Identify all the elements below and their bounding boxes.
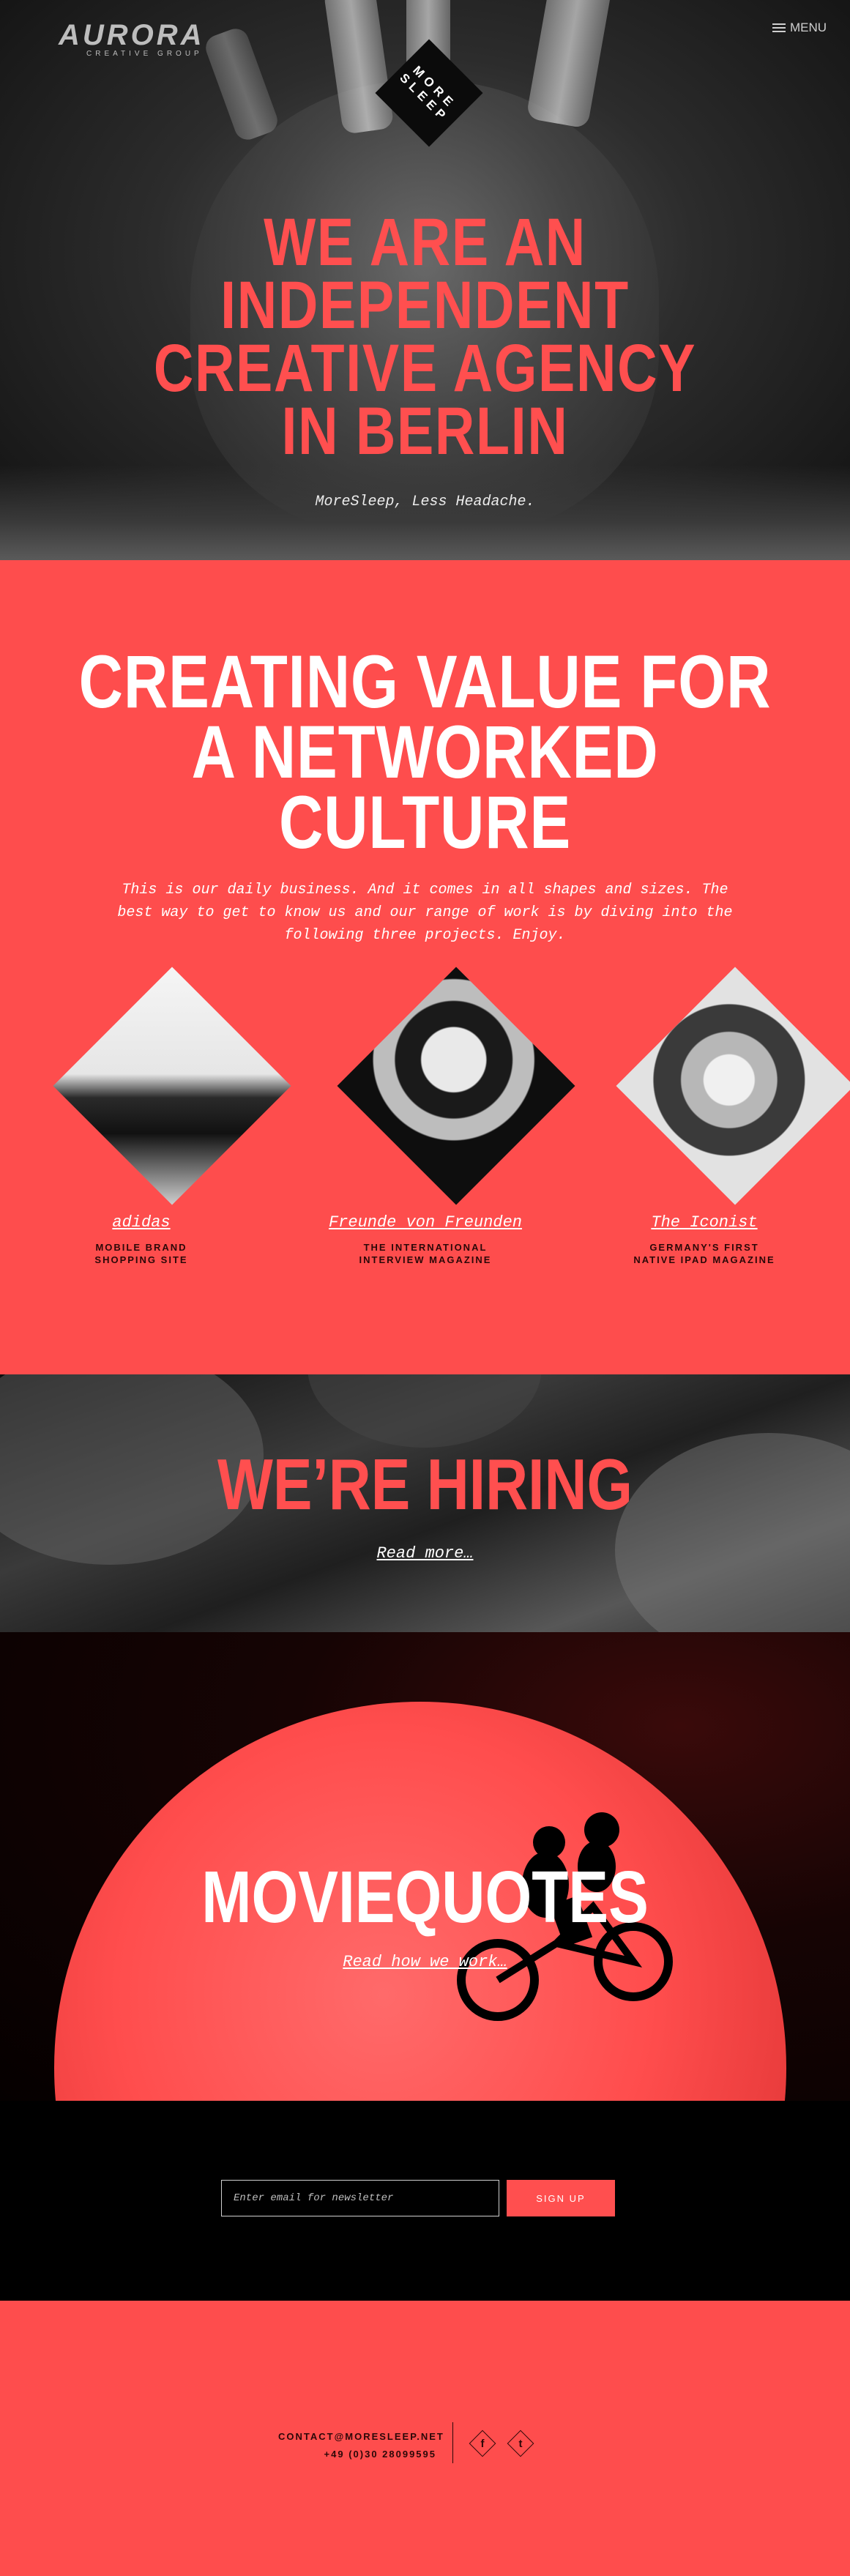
project-card[interactable]: adidas MOBILE BRAND SHOPPING SITE [20,967,291,1278]
project-description: MOBILE BRAND SHOPPING SITE [20,1241,262,1266]
logo[interactable]: AURORA CREATIVE GROUP [59,21,205,59]
hero-title-line: IN BERLIN [281,394,569,469]
project-image[interactable] [337,967,575,1205]
project-description-line: NATIVE IPAD MAGAZINE [633,1254,775,1265]
moviequotes-read-link[interactable]: Read how we work… [0,1953,850,1971]
menu-label: MENU [789,21,827,34]
services-section: CREATING VALUE FOR A NETWORKED CULTURE T… [0,560,850,1374]
facebook-button[interactable]: f [469,2430,496,2457]
project-link[interactable]: Freunde von Freunden [305,1213,546,1232]
services-intro: This is our daily business. And it comes… [117,882,733,944]
hero-title-line: WE ARE AN [264,205,586,280]
contact-phone: +49 (0)30 28099595 [324,2449,436,2460]
project-image[interactable] [53,967,291,1205]
project-link[interactable]: The Iconist [584,1213,825,1232]
services-title-line: CULTURE [278,781,572,864]
project-description-line: SHOPPING SITE [94,1254,188,1265]
moviequotes-title: MOVIEQUOTES [201,1856,649,1938]
hiring-read-more-link[interactable]: Read more… [0,1544,850,1563]
project-description: GERMANY'S FIRST NATIVE IPAD MAGAZINE [584,1241,825,1266]
footer-section: CONTACT@MORESLEEP.NET +49 (0)30 28099595… [0,2301,850,2576]
project-description-line: THE INTERNATIONAL [363,1242,488,1253]
services-title-line: CREATING VALUE FOR [78,640,772,723]
facebook-icon: f [480,2437,485,2450]
hero-pen-decoration [202,25,281,144]
hiring-title: WE’RE HIRING [217,1444,633,1525]
project-link[interactable]: adidas [20,1213,262,1232]
contact-email[interactable]: CONTACT@MORESLEEP.NET [278,2428,443,2446]
hero-title-line: CREATIVE AGENCY [153,331,697,406]
project-description-line: MOBILE BRAND [95,1242,187,1253]
hamburger-icon [772,23,786,32]
hero-pen-decoration [526,0,613,129]
services-title: CREATING VALUE FOR A NETWORKED CULTURE [76,640,773,864]
project-card[interactable]: Freunde von Freunden THE INTERNATIONAL I… [305,967,575,1278]
project-description-line: GERMANY'S FIRST [649,1242,759,1253]
contact-block: CONTACT@MORESLEEP.NET +49 (0)30 28099595 [278,2428,443,2463]
newsletter-email-input[interactable] [221,2180,499,2216]
moviequotes-section: MOVIEQUOTES Read how we work… [0,1632,850,2101]
twitter-icon: t [518,2437,523,2450]
signup-button[interactable]: SIGN UP [507,2180,615,2216]
services-title-line: A NETWORKED [191,710,659,794]
logo-word: AURORA [59,19,205,51]
hero-tagline: MoreSleep, Less Headache. [315,494,535,510]
hero-section: AURORA CREATIVE GROUP MENU MORE SLEEP WE… [0,0,850,560]
project-card[interactable]: The Iconist GERMANY'S FIRST NATIVE IPAD … [584,967,850,1278]
newsletter-section: SIGN UP [0,2101,850,2301]
hero-title-line: INDEPENDENT [220,268,630,343]
project-image[interactable] [616,967,850,1205]
menu-button[interactable]: MENU [772,21,827,35]
hero-table-surface [0,465,850,560]
project-description: THE INTERNATIONAL INTERVIEW MAGAZINE [305,1241,546,1266]
logo-subtitle: CREATIVE GROUP [86,50,203,58]
hero-title: WE ARE AN INDEPENDENT CREATIVE AGENCY IN… [76,205,773,469]
footer-divider [452,2422,453,2463]
hiring-section: WE’RE HIRING Read more… [0,1374,850,1632]
hiring-background-shape [307,1374,542,1448]
project-description-line: INTERVIEW MAGAZINE [359,1254,492,1265]
twitter-button[interactable]: t [507,2430,534,2457]
